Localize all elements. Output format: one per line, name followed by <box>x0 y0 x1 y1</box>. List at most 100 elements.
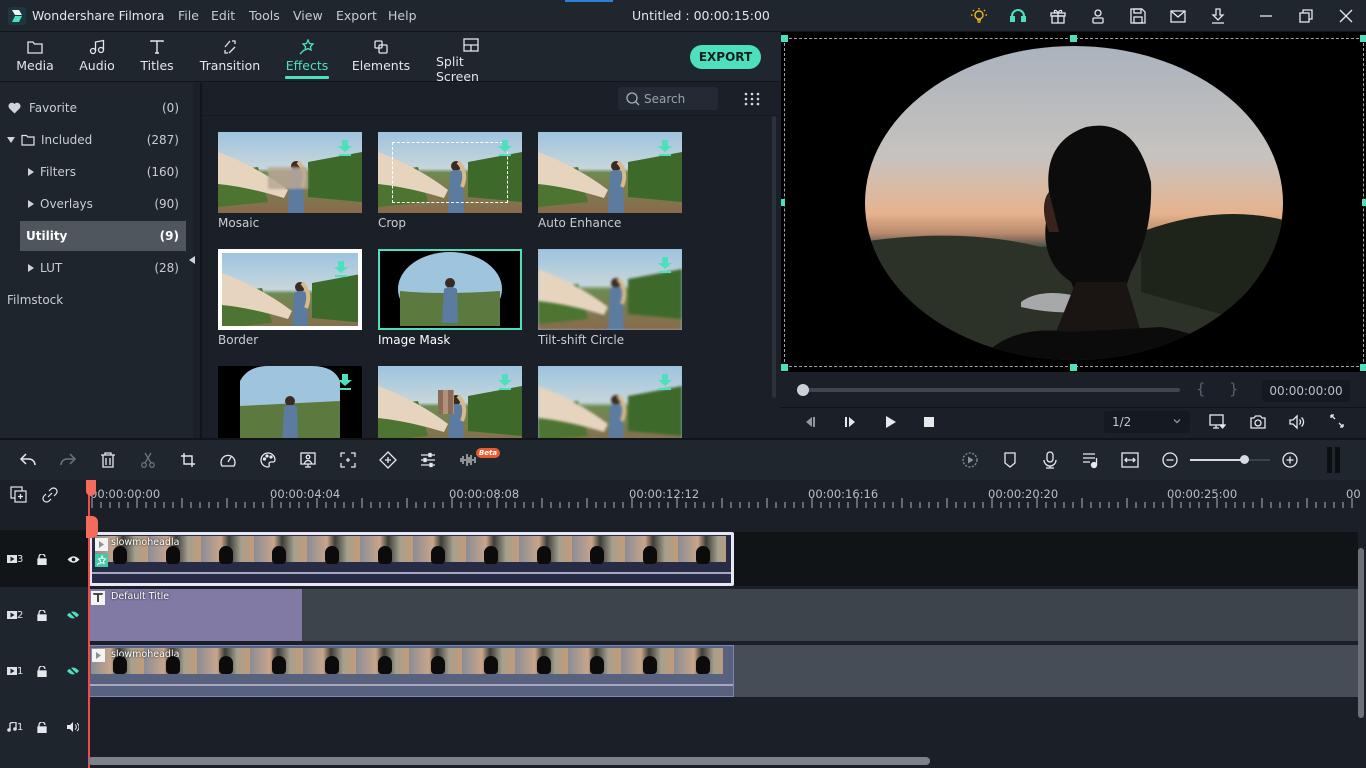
effect-card-mosaic[interactable]: Mosaic <box>218 132 362 230</box>
add-track-icon[interactable] <box>10 486 28 504</box>
preview-quality-dropdown[interactable]: 1/2 <box>1104 411 1190 433</box>
headset-icon[interactable] <box>1007 6 1029 26</box>
effects-scrollbar[interactable] <box>772 116 776 398</box>
video-clip-track1[interactable]: slowmoheadla <box>89 645 734 697</box>
sidebar-item-filters[interactable]: Filters (160) <box>0 157 186 187</box>
color-palette-icon[interactable] <box>257 449 279 471</box>
download-icon[interactable] <box>338 374 352 390</box>
fullscreen-icon[interactable] <box>1329 413 1345 429</box>
sidebar-item-lut[interactable]: LUT (28) <box>0 253 186 283</box>
green-screen-icon[interactable] <box>297 449 319 471</box>
save-icon[interactable] <box>1127 6 1149 26</box>
account-icon[interactable] <box>1087 6 1109 26</box>
video-clip-track3[interactable]: slowmoheadla <box>89 532 734 586</box>
download-icon[interactable] <box>338 140 352 156</box>
export-button[interactable]: EXPORT <box>690 45 761 69</box>
sidebar-item-filmstock[interactable]: Filmstock <box>0 285 186 315</box>
display-settings-icon[interactable] <box>1208 413 1226 431</box>
lock-icon[interactable] <box>37 721 47 733</box>
restore-icon[interactable] <box>1295 6 1317 26</box>
menu-export[interactable]: Export <box>336 8 377 23</box>
seek-bar[interactable] <box>800 388 1180 392</box>
download-icon[interactable] <box>658 257 672 273</box>
mark-in-button[interactable]: { <box>1196 380 1206 398</box>
effect-card-border[interactable]: Border <box>218 249 362 347</box>
eye-hidden-icon[interactable] <box>66 609 80 621</box>
resize-handle-top-left[interactable] <box>781 35 788 42</box>
next-frame-icon[interactable] <box>843 415 857 429</box>
fit-timeline-icon[interactable] <box>1119 449 1141 471</box>
menu-edit[interactable]: Edit <box>211 8 235 23</box>
effect-card-crop[interactable]: Crop <box>378 132 522 230</box>
snapshot-camera-icon[interactable] <box>1249 413 1267 431</box>
resize-handle-top[interactable] <box>1070 35 1077 42</box>
resize-handle-left[interactable] <box>781 199 785 206</box>
adjust-sliders-icon[interactable] <box>417 449 439 471</box>
tab-titles[interactable]: Titles <box>133 32 181 82</box>
effect-card-effect-6[interactable] <box>218 366 362 447</box>
stabilize-focus-icon[interactable] <box>337 449 359 471</box>
sidebar-item-included[interactable]: Included (287) <box>0 125 186 155</box>
mail-icon[interactable] <box>1167 6 1189 26</box>
redo-icon[interactable] <box>57 449 79 471</box>
menu-tools[interactable]: Tools <box>249 8 280 23</box>
crop-icon[interactable] <box>177 449 199 471</box>
tab-split-screen[interactable]: Split Screen <box>436 32 506 84</box>
download-icon[interactable] <box>1207 6 1229 26</box>
lock-icon[interactable] <box>37 553 47 565</box>
volume-icon[interactable] <box>1288 413 1306 431</box>
resize-handle-bottom-left[interactable] <box>781 364 788 371</box>
download-icon[interactable] <box>334 261 348 277</box>
grid-view-icon[interactable] <box>744 92 760 106</box>
collapse-sidebar-icon[interactable] <box>189 256 195 264</box>
resize-handle-top-right[interactable] <box>1360 35 1366 42</box>
tab-effects[interactable]: Effects <box>281 32 333 82</box>
minimize-icon[interactable] <box>1255 6 1277 26</box>
voiceover-mic-icon[interactable] <box>1039 449 1061 471</box>
zoom-out-icon[interactable] <box>1159 449 1181 471</box>
timeline-horizontal-scrollbar[interactable] <box>88 757 930 765</box>
download-icon[interactable] <box>658 140 672 156</box>
render-preview-icon[interactable] <box>959 449 981 471</box>
tab-transition[interactable]: Transition <box>197 32 263 82</box>
resize-handle-bottom[interactable] <box>1070 364 1077 371</box>
close-icon[interactable] <box>1335 6 1357 26</box>
selection-bounding-box[interactable] <box>784 38 1364 367</box>
effect-card-effect-8[interactable] <box>538 366 682 447</box>
speaker-icon[interactable] <box>67 722 79 732</box>
playhead-split-marker[interactable] <box>86 516 98 538</box>
effect-card-auto-enhance[interactable]: Auto Enhance <box>538 132 682 230</box>
previous-frame-icon[interactable] <box>803 415 817 429</box>
resize-handle-right[interactable] <box>1362 199 1366 206</box>
menu-help[interactable]: Help <box>388 8 417 23</box>
lock-icon[interactable] <box>37 609 47 621</box>
menu-view[interactable]: View <box>293 8 323 23</box>
undo-icon[interactable] <box>17 449 39 471</box>
audio-mixer-icon[interactable] <box>1079 449 1101 471</box>
lightbulb-icon[interactable] <box>968 6 990 26</box>
tab-audio[interactable]: Audio <box>72 32 122 82</box>
gift-icon[interactable] <box>1047 6 1069 26</box>
eye-visible-icon[interactable] <box>67 555 80 564</box>
marker-icon[interactable] <box>999 449 1021 471</box>
effect-card-image-mask[interactable]: Image Mask <box>378 249 522 347</box>
search-input[interactable]: Search <box>618 87 718 110</box>
tab-media[interactable]: Media <box>10 32 60 82</box>
sidebar-item-favorite[interactable]: Favorite (0) <box>0 93 186 123</box>
zoom-in-icon[interactable] <box>1279 449 1301 471</box>
mark-out-button[interactable]: } <box>1229 380 1239 398</box>
sidebar-item-utility[interactable]: Utility (9) <box>20 221 186 251</box>
lock-icon[interactable] <box>37 665 47 677</box>
keyframe-icon[interactable] <box>377 449 399 471</box>
audio-meter-icon[interactable] <box>1327 447 1341 473</box>
timeline-vertical-scrollbar[interactable] <box>1358 548 1364 718</box>
playhead-handle[interactable] <box>86 480 96 496</box>
seek-knob[interactable] <box>797 384 809 396</box>
speed-icon[interactable] <box>217 449 239 471</box>
effect-card-tilt-shift-circle[interactable]: Tilt-shift Circle <box>538 249 682 347</box>
menu-file[interactable]: File <box>178 8 199 23</box>
tab-elements[interactable]: Elements <box>352 32 410 82</box>
download-icon[interactable] <box>498 374 512 390</box>
eye-hidden-icon[interactable] <box>66 665 80 677</box>
play-icon[interactable] <box>883 415 897 429</box>
